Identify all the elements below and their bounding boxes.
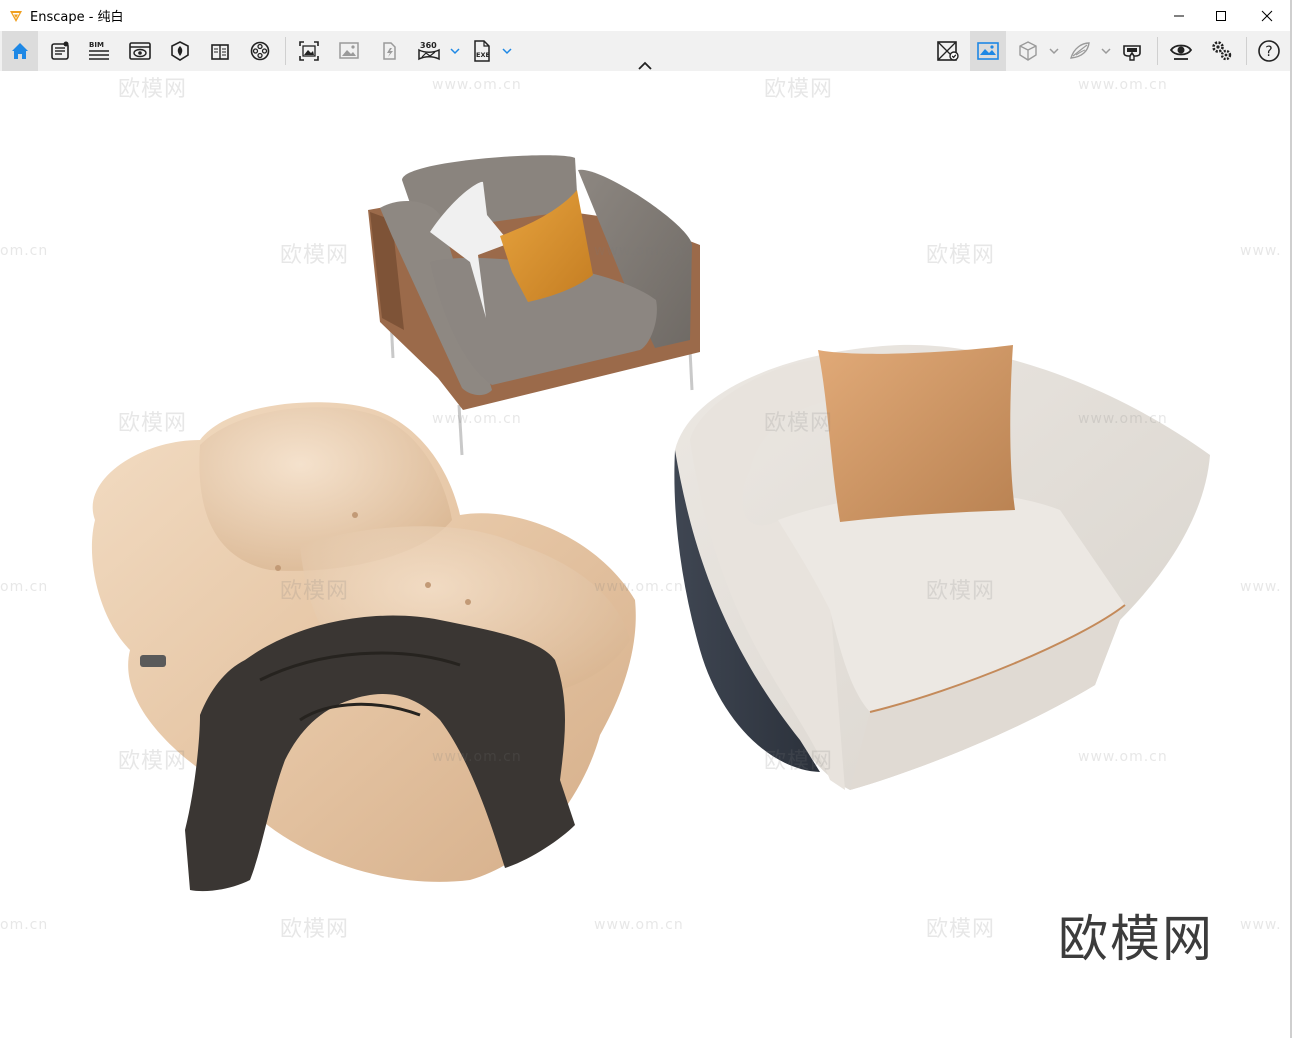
toolbar-separator [1157,37,1158,65]
exe-export-icon: EXE [474,40,490,62]
asset-library-button[interactable] [162,31,198,71]
watermark-logo-text: 欧模网 [280,243,350,268]
vr-headset-button[interactable] [1114,31,1150,71]
vr-headset-icon [1123,45,1141,61]
orthographic-view-button[interactable] [1010,31,1046,71]
window-title: Enscape - 纯白 [30,10,124,25]
watermark-url-text: www.om.cn [432,749,522,765]
maximize-icon [1216,10,1226,21]
video-editor-icon [250,41,270,61]
watermark-logo-text: 欧模网 [118,77,188,102]
video-editor-button[interactable] [242,31,278,71]
material-editor-button[interactable] [202,31,238,71]
panorama-dropdown[interactable] [449,31,461,71]
watermark-logo-text: 欧模网 [764,749,834,774]
svg-text:360: 360 [420,41,437,50]
panorama-360-icon: 360 [418,41,440,61]
watermark-url-text: www. [1240,579,1282,595]
watermark-url-text: www.om.cn [1078,411,1168,427]
chevron-down-icon [450,48,460,55]
grey-armchair[interactable] [368,155,700,456]
watermark-url-text: om.cn [0,579,49,595]
svg-text:?: ? [1265,44,1272,60]
scene-render [91,155,1210,892]
home-icon [12,43,28,59]
asset-library-icon [171,41,189,61]
home-button[interactable] [2,31,38,71]
sun-wing-icon [1070,42,1090,59]
orthographic-cube-icon [1019,41,1037,61]
leather-lounge-chair[interactable] [91,402,636,892]
sync-views-button[interactable] [930,31,966,71]
render-viewport[interactable]: 欧模网 www.om.cn 欧模网 www.om.cn om.cn 欧模网 ww… [0,71,1290,1038]
document-list-icon [51,41,69,60]
watermark-logo-text: 欧模网 [118,749,188,774]
screenshot-icon [299,41,319,61]
minimize-icon [1174,15,1184,16]
watermark-url-text: www.om.cn [1078,749,1168,765]
visual-settings-icon [129,42,151,60]
svg-text:BIM: BIM [89,41,104,49]
watermark-url-text: www.om.cn [432,411,522,427]
close-icon [1261,10,1273,21]
watermark-logo-text: 欧模网 [926,917,996,942]
chevron-down-icon [502,48,512,55]
watermark-url-text: www. [1240,243,1282,259]
watermark-url-text: www.om.cn [1078,77,1168,93]
watermark-logo-text: 欧模网 [280,917,350,942]
bim-button[interactable]: BIM [81,31,117,71]
enscape-logo-icon [10,10,22,22]
watermark-url-text: www.om.cn [594,917,684,933]
minimize-button[interactable] [1156,0,1202,31]
help-icon: ? [1258,40,1280,62]
sync-views-icon [937,41,959,61]
safe-frame-icon [977,42,999,60]
safe-frame-button[interactable] [970,31,1006,71]
watermark-url-text: om.cn [0,243,49,259]
bim-icon: BIM [89,41,109,60]
light-view-button[interactable] [371,31,407,71]
help-button[interactable]: ? [1251,31,1287,71]
chevron-down-icon [1049,48,1059,55]
watermark-url-text: www.om.cn [594,579,684,595]
title-bar: Enscape - 纯白 [0,0,1290,31]
watermark-logo-text: 欧模网 [926,579,996,604]
light-view-icon [383,42,396,60]
brand-watermark: 欧模网 [1058,910,1214,968]
orthographic-dropdown[interactable] [1048,31,1060,71]
image-gallery-icon [339,42,359,59]
sun-position-dropdown[interactable] [1100,31,1112,71]
screenshot-button[interactable] [291,31,327,71]
watermark-url-text: om.cn [0,917,49,933]
watermark-logo-text: 欧模网 [280,579,350,604]
close-button[interactable] [1244,0,1290,31]
watermark-logo-text: 欧模网 [926,243,996,268]
watermark-url-text: www.om.cn [432,77,522,93]
panorama-button[interactable]: 360 [411,31,447,71]
watermark-logo-text: 欧模网 [764,77,834,102]
chevron-down-icon [1101,48,1111,55]
watermark-url-text: www. [1240,917,1282,933]
views-manager-button[interactable] [42,31,78,71]
eye-icon [1169,44,1193,60]
maximize-button[interactable] [1198,0,1244,31]
general-settings-button[interactable] [1203,31,1239,71]
chevron-up-icon [638,61,652,70]
live-view-button[interactable] [1163,31,1199,71]
watermark-url-text: www.om.cn [594,243,684,259]
svg-text:EXE: EXE [476,51,490,59]
image-gallery-button[interactable] [331,31,367,71]
toolbar-separator [285,37,286,65]
sun-position-button[interactable] [1062,31,1098,71]
visual-settings-button[interactable] [122,31,158,71]
exe-export-button[interactable]: EXE [464,31,500,71]
enscape-window: Enscape - 纯白 BIM 360 EXE ? 欧模网 www.om.cn… [0,0,1292,1038]
toolbar-separator [1246,37,1247,65]
watermark-logo-text: 欧模网 [764,411,834,436]
exe-export-dropdown[interactable] [501,31,513,71]
material-editor-icon [211,44,229,60]
settings-gears-icon [1212,41,1232,61]
watermark-logo-text: 欧模网 [118,411,188,436]
